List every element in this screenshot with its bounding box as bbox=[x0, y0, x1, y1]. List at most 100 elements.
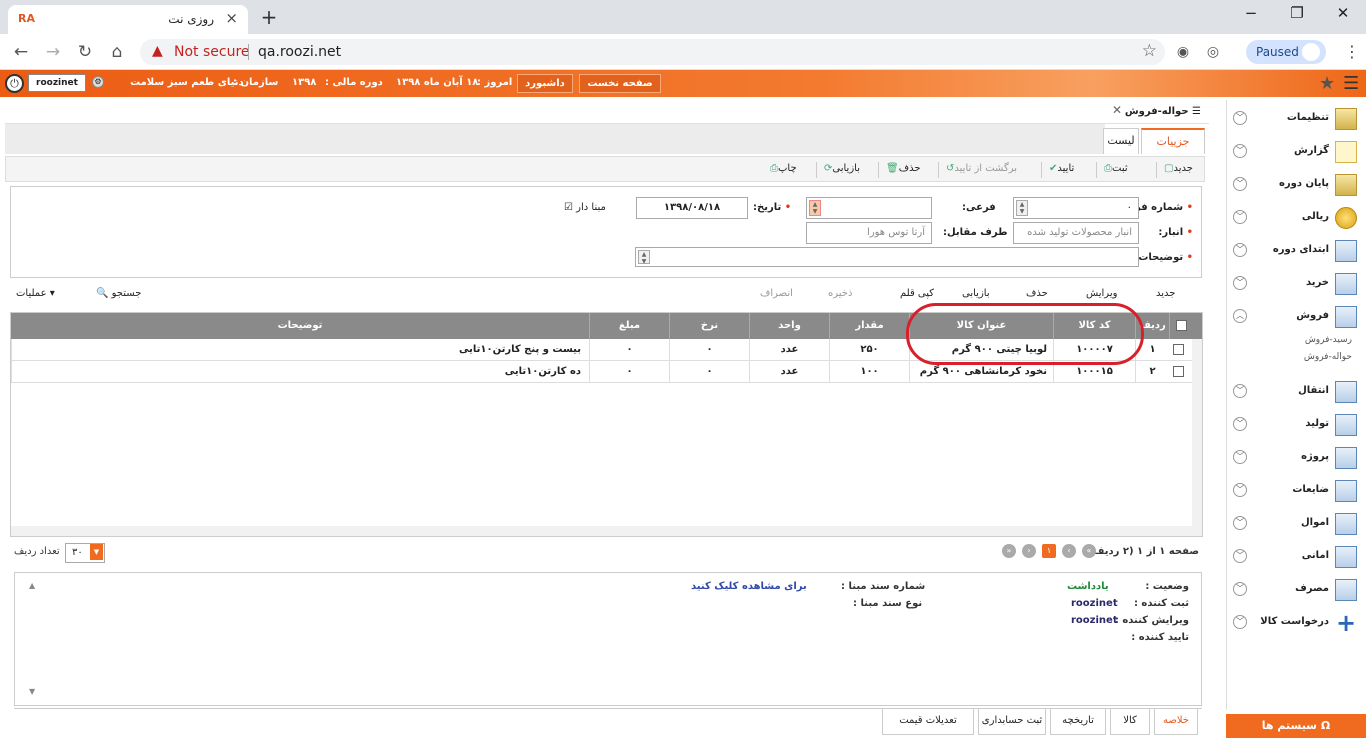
sidebar-subitem-0[interactable]: رسید-فروش bbox=[1305, 335, 1352, 345]
chevron-down-icon[interactable]: ﹀ bbox=[1233, 549, 1247, 563]
col-rate[interactable]: نرخ bbox=[669, 313, 749, 339]
chevron-up-icon[interactable]: ︿ bbox=[1233, 309, 1247, 323]
row-checkbox[interactable] bbox=[1173, 366, 1184, 377]
vertical-scrollbar[interactable] bbox=[1192, 339, 1202, 536]
select-all-checkbox[interactable] bbox=[1176, 320, 1187, 331]
chevron-down-icon[interactable]: ﹀ bbox=[1233, 516, 1247, 530]
description-input[interactable]: ▲ ▼ bbox=[635, 247, 1139, 267]
toolbar-btn-5[interactable]: بازیابی⟳ bbox=[824, 163, 860, 174]
item-toolbar-btn-3[interactable]: بازیابی bbox=[962, 288, 990, 299]
home-page-button[interactable]: صفحه نخست bbox=[579, 74, 661, 93]
sidebar-item-14[interactable]: ﹀ + درخواست کالا bbox=[1227, 606, 1363, 639]
current-page[interactable]: ۱ bbox=[1042, 544, 1056, 558]
warehouse-input[interactable]: انبار محصولات تولید شده bbox=[1013, 222, 1139, 244]
user-settings-icon[interactable]: ⚙ bbox=[92, 76, 104, 88]
counterparty-input[interactable]: آرتا توس هورا bbox=[806, 222, 932, 244]
sidebar-item-4[interactable]: ﹀ ابتدای دوره bbox=[1227, 234, 1363, 267]
has-base-checkbox[interactable]: مبنا دار ☑ bbox=[564, 202, 606, 213]
col-unit[interactable]: واحد bbox=[749, 313, 829, 339]
sidebar-subitem-1[interactable]: حواله-فروش bbox=[1304, 352, 1352, 362]
toolbar-btn-4[interactable]: حذف🗑 bbox=[886, 163, 921, 174]
sidebar-item-3[interactable]: ﹀ ریالی bbox=[1227, 201, 1363, 234]
browser-menu-icon[interactable]: ⋮ bbox=[1344, 42, 1360, 61]
col-amount[interactable]: مبلغ bbox=[589, 313, 669, 339]
new-tab-button[interactable]: + bbox=[256, 6, 282, 28]
sidebar-item-9[interactable]: ﹀ پروژه bbox=[1227, 441, 1363, 474]
item-toolbar-btn-6[interactable]: انصراف bbox=[760, 288, 793, 299]
home-icon[interactable]: ⌂ bbox=[104, 40, 130, 64]
chevron-down-icon[interactable]: ﹀ bbox=[1233, 210, 1247, 224]
toolbar-btn-1[interactable]: ثبت⎙ bbox=[1104, 163, 1128, 174]
back-icon[interactable]: ← bbox=[8, 40, 34, 64]
maximize-button[interactable]: ❐ bbox=[1282, 4, 1312, 26]
sub-number-input[interactable]: ▲ ▼ bbox=[806, 197, 932, 219]
sidebar-item-2[interactable]: ﹀ پایان دوره bbox=[1227, 168, 1363, 201]
bottom-tab-1[interactable]: کالا bbox=[1110, 709, 1150, 735]
base-number-link[interactable]: برای مشاهده کلیک کنید bbox=[691, 581, 807, 592]
extension-icon[interactable]: ◉ bbox=[1170, 40, 1196, 64]
search-button[interactable]: جستجو 🔍 bbox=[96, 288, 141, 299]
chevron-down-icon[interactable]: ▼ bbox=[90, 544, 103, 560]
item-toolbar-btn-5[interactable]: ذخیره bbox=[828, 288, 852, 299]
sidebar-item-13[interactable]: ﹀ مصرف bbox=[1227, 573, 1363, 606]
minimize-button[interactable]: − bbox=[1236, 4, 1266, 26]
sidebar-item-6[interactable]: ︿ فروش bbox=[1227, 300, 1363, 333]
bottom-tab-3[interactable]: ثبت حسابداری bbox=[978, 709, 1046, 735]
toolbar-btn-2[interactable]: تایید✔ bbox=[1049, 163, 1074, 174]
sidebar-item-1[interactable]: ﹀ گزارش bbox=[1227, 135, 1363, 168]
close-page-icon[interactable]: ✕ bbox=[1112, 103, 1122, 117]
chevron-down-icon[interactable]: ﹀ bbox=[1233, 177, 1247, 191]
forward-icon[interactable]: → bbox=[40, 40, 66, 64]
sidebar-item-0[interactable]: ﹀ تنظیمات bbox=[1227, 102, 1363, 135]
next-icon[interactable]: › bbox=[1022, 544, 1036, 558]
favorites-star-icon[interactable]: ★ bbox=[1319, 73, 1335, 94]
power-icon[interactable]: ⏻ bbox=[5, 74, 24, 93]
toolbar-btn-0[interactable]: جدید▢ bbox=[1164, 163, 1193, 174]
prev-page-icon[interactable]: « bbox=[1082, 544, 1096, 558]
sidebar-item-7[interactable]: ﹀ انتقال bbox=[1227, 375, 1363, 408]
bottom-tab-0[interactable]: خلاصه bbox=[1154, 709, 1198, 735]
chevron-down-icon[interactable]: ﹀ bbox=[1233, 276, 1247, 290]
date-input[interactable]: ۱۳۹۸/۰۸/۱۸ bbox=[636, 197, 748, 219]
toolbar-btn-3[interactable]: برگشت از تایید↺ bbox=[946, 163, 1017, 174]
close-window-button[interactable]: ✕ bbox=[1328, 4, 1358, 26]
chevron-down-icon[interactable]: ﹀ bbox=[1233, 417, 1247, 431]
scroll-down-icon[interactable]: ▼ bbox=[29, 687, 35, 696]
bottom-tab-4[interactable]: تعدیلات قیمت bbox=[882, 709, 974, 735]
dashboard-button[interactable]: داشبورد bbox=[517, 74, 573, 93]
col-description[interactable]: توضیحات bbox=[11, 313, 589, 339]
item-toolbar-btn-2[interactable]: حذف bbox=[1026, 288, 1048, 299]
chevron-down-icon[interactable]: ﹀ bbox=[1233, 111, 1247, 125]
reload-icon[interactable]: ↻ bbox=[72, 40, 98, 64]
sidebar-item-8[interactable]: ﹀ تولید bbox=[1227, 408, 1363, 441]
chevron-down-icon[interactable]: ﹀ bbox=[1233, 144, 1247, 158]
tab-close-icon[interactable]: × bbox=[225, 9, 238, 27]
row-checkbox[interactable] bbox=[1173, 344, 1184, 355]
profile-paused-button[interactable]: Paused bbox=[1246, 40, 1326, 64]
browser-tab[interactable]: RA روزی نت × bbox=[8, 5, 248, 34]
chevron-down-icon[interactable]: ﹀ bbox=[1233, 483, 1247, 497]
tab-details[interactable]: جزییات bbox=[1141, 128, 1205, 154]
systems-button[interactable]: سیستم ها Ω bbox=[1226, 714, 1366, 738]
chevron-down-icon[interactable]: ﹀ bbox=[1233, 615, 1247, 629]
toolbar-btn-6[interactable]: چاپ⎙ bbox=[770, 163, 797, 174]
sidebar-item-10[interactable]: ﹀ ضایعات bbox=[1227, 474, 1363, 507]
bookmark-star-icon[interactable]: ☆ bbox=[1142, 41, 1157, 61]
bottom-tab-2[interactable]: تاریخچه bbox=[1050, 709, 1106, 735]
item-toolbar-btn-0[interactable]: جدید bbox=[1156, 288, 1175, 299]
address-bar[interactable]: ▲ Not secure qa.roozi.net ☆ bbox=[140, 39, 1165, 65]
sidebar-item-5[interactable]: ﹀ خرید bbox=[1227, 267, 1363, 300]
operations-menu[interactable]: ▾ عملیات bbox=[16, 288, 55, 299]
item-toolbar-btn-4[interactable]: کپی قلم bbox=[900, 288, 934, 299]
item-toolbar-btn-1[interactable]: ویرایش bbox=[1086, 288, 1117, 299]
chevron-down-icon[interactable]: ﹀ bbox=[1233, 582, 1247, 596]
scroll-up-icon[interactable]: ▲ bbox=[29, 581, 35, 590]
chevron-down-icon[interactable]: ﹀ bbox=[1233, 384, 1247, 398]
select-all-cell[interactable] bbox=[1169, 313, 1192, 339]
prev-icon[interactable]: ‹ bbox=[1062, 544, 1076, 558]
chevron-down-icon[interactable]: ﹀ bbox=[1233, 243, 1247, 257]
col-qty[interactable]: مقدار bbox=[829, 313, 909, 339]
sidebar-item-11[interactable]: ﹀ اموال bbox=[1227, 507, 1363, 540]
chevron-down-icon[interactable]: ﹀ bbox=[1233, 450, 1247, 464]
form-number-input[interactable]: ۰ ▲ ▼ bbox=[1013, 197, 1139, 219]
